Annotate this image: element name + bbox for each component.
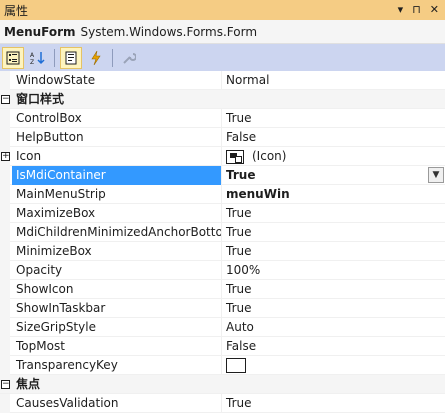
- property-value[interactable]: [222, 356, 445, 375]
- property-name: Opacity: [16, 263, 63, 277]
- toolbar-separator: [112, 48, 113, 67]
- property-row[interactable]: MinimizeBox True: [0, 242, 445, 261]
- dropdown-arrow-icon[interactable]: ▾: [398, 3, 404, 17]
- property-row-selected[interactable]: IsMdiContainer True ▼: [0, 166, 445, 185]
- category-header[interactable]: − 窗口样式: [0, 90, 445, 109]
- events-button[interactable]: [85, 47, 107, 69]
- property-value[interactable]: Auto: [222, 318, 445, 337]
- property-value[interactable]: False: [222, 128, 445, 147]
- property-row[interactable]: TopMost False: [0, 337, 445, 356]
- property-row[interactable]: MdiChildrenMinimizedAnchorBottom True: [0, 223, 445, 242]
- property-name: TopMost: [16, 339, 65, 353]
- property-row[interactable]: WindowState Normal: [0, 71, 445, 90]
- events-icon: [91, 50, 101, 65]
- property-value[interactable]: True: [222, 109, 445, 128]
- category-header[interactable]: − 焦点: [0, 375, 445, 394]
- property-name: TransparencyKey: [16, 358, 118, 372]
- property-name: MdiChildrenMinimizedAnchorBottom: [16, 225, 221, 239]
- properties-title-bar: 属性 ▾ ⊓ ✕: [0, 0, 445, 20]
- property-value[interactable]: False: [222, 337, 445, 356]
- category-label: 窗口样式: [16, 92, 65, 106]
- property-grid: WindowState Normal − 窗口样式 ControlBox Tru…: [0, 71, 445, 413]
- property-value[interactable]: True: [222, 299, 445, 318]
- category-label: 焦点: [16, 377, 41, 391]
- property-row[interactable]: ControlBox True: [0, 109, 445, 128]
- property-name: MainMenuStrip: [16, 187, 106, 201]
- property-name: ControlBox: [16, 111, 82, 125]
- property-name: SizeGripStyle: [16, 320, 96, 334]
- toolbar-separator: [54, 48, 55, 67]
- categorized-button[interactable]: [2, 46, 24, 69]
- property-name: MinimizeBox: [16, 244, 92, 258]
- color-swatch: [226, 358, 246, 373]
- property-value[interactable]: 100%: [222, 261, 445, 280]
- object-name: MenuForm: [4, 24, 76, 39]
- property-value[interactable]: True: [222, 394, 445, 413]
- property-name: MaximizeBox: [16, 206, 96, 220]
- property-pages-icon: [123, 52, 136, 64]
- property-row[interactable]: Opacity 100%: [0, 261, 445, 280]
- property-name: Icon: [16, 149, 42, 163]
- property-row[interactable]: SizeGripStyle Auto: [0, 318, 445, 337]
- property-value[interactable]: True: [222, 223, 445, 242]
- collapse-icon[interactable]: −: [1, 95, 10, 104]
- property-name: ShowIcon: [16, 282, 74, 296]
- property-row[interactable]: MainMenuStrip menuWin: [0, 185, 445, 204]
- property-value[interactable]: True: [222, 166, 445, 185]
- chevron-down-icon[interactable]: ▼: [428, 167, 444, 183]
- property-value[interactable]: Normal: [222, 71, 445, 90]
- property-name: WindowState: [16, 73, 96, 87]
- property-row[interactable]: MaximizeBox True: [0, 204, 445, 223]
- object-selector[interactable]: MenuForm System.Windows.Forms.Form: [0, 20, 445, 44]
- properties-button[interactable]: [60, 46, 82, 69]
- property-value[interactable]: True: [222, 204, 445, 223]
- form-icon-preview: [226, 149, 244, 164]
- property-row[interactable]: ShowInTaskbar True: [0, 299, 445, 318]
- property-value[interactable]: True: [222, 280, 445, 299]
- object-type: System.Windows.Forms.Form: [80, 24, 258, 39]
- property-value[interactable]: (Icon): [222, 147, 445, 166]
- property-row[interactable]: CausesValidation True: [0, 394, 445, 413]
- alphabetical-icon: A Z: [30, 51, 45, 65]
- property-row[interactable]: HelpButton False: [0, 128, 445, 147]
- property-value[interactable]: True: [222, 242, 445, 261]
- property-pages-button[interactable]: [118, 47, 140, 69]
- expand-icon[interactable]: +: [1, 152, 10, 161]
- property-name: HelpButton: [16, 130, 84, 144]
- pin-icon[interactable]: ⊓: [412, 3, 421, 17]
- icon-value-text: (Icon): [252, 149, 287, 163]
- property-row[interactable]: TransparencyKey: [0, 356, 445, 375]
- svg-text:Z: Z: [30, 59, 34, 65]
- property-row[interactable]: + Icon (Icon): [0, 147, 445, 166]
- property-value[interactable]: menuWin: [222, 185, 445, 204]
- property-name: ShowInTaskbar: [16, 301, 106, 315]
- properties-icon: [65, 51, 77, 64]
- collapse-icon[interactable]: −: [1, 380, 10, 389]
- categorized-icon: [6, 51, 20, 64]
- property-name: CausesValidation: [16, 396, 119, 410]
- alphabetical-button[interactable]: A Z: [27, 47, 49, 69]
- panel-title: 属性: [4, 3, 29, 18]
- close-icon[interactable]: ✕: [430, 3, 439, 17]
- properties-toolbar: A Z: [0, 44, 445, 71]
- svg-text:A: A: [30, 52, 35, 59]
- title-controls: ▾ ⊓ ✕: [398, 3, 439, 17]
- property-row[interactable]: ShowIcon True: [0, 280, 445, 299]
- property-name: IsMdiContainer: [12, 166, 221, 185]
